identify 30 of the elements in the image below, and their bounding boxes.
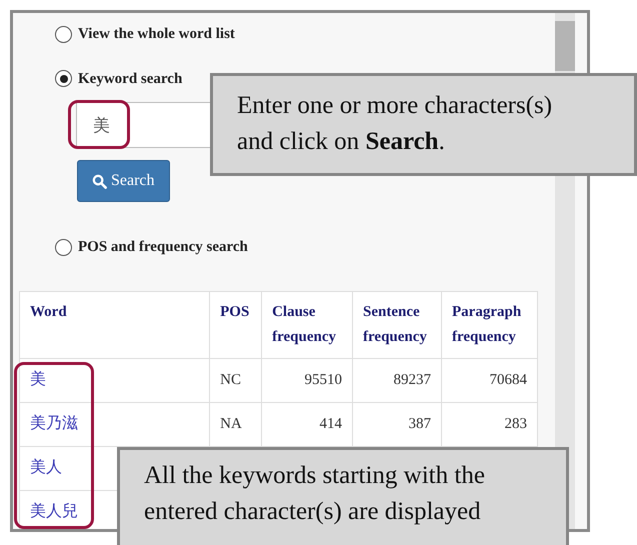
scrollbar-thumb[interactable] bbox=[555, 21, 575, 71]
table-cell: 70684 bbox=[442, 358, 538, 402]
callout-tooltip: All the keywords starting with the entered character(s) are displayed bbox=[117, 447, 569, 545]
column-header: Paragraph frequency bbox=[442, 292, 538, 358]
highlight-frame bbox=[68, 100, 130, 149]
table-cell: 89237 bbox=[352, 358, 442, 402]
table-cell: 414 bbox=[262, 402, 353, 446]
column-header: Word bbox=[20, 292, 210, 358]
table-cell: 283 bbox=[442, 402, 538, 446]
callout-tooltip: Enter one or more characters(s) and click on Search. bbox=[210, 73, 637, 176]
column-header: POS bbox=[210, 292, 262, 358]
option-label[interactable]: View the whole word list bbox=[78, 23, 235, 46]
word-link[interactable]: 美人 bbox=[30, 459, 62, 476]
search-button[interactable]: Search bbox=[77, 160, 170, 202]
word-link[interactable]: 美人兒 bbox=[30, 503, 78, 520]
radio-button[interactable] bbox=[55, 70, 72, 88]
table-cell: NA bbox=[210, 402, 262, 446]
table-cell: 387 bbox=[352, 402, 442, 446]
option-label[interactable]: POS and frequency search bbox=[78, 236, 248, 258]
column-header: Sentence frequency bbox=[352, 292, 442, 358]
word-link[interactable]: 美 bbox=[30, 371, 46, 388]
radio-button[interactable] bbox=[55, 26, 72, 43]
radio-button[interactable] bbox=[55, 238, 72, 256]
table-cell: 95510 bbox=[262, 358, 353, 402]
table-cell: NC bbox=[210, 358, 262, 402]
column-header: Clause frequency bbox=[262, 292, 353, 358]
word-link[interactable]: 美乃滋 bbox=[30, 415, 78, 432]
search-icon bbox=[92, 174, 107, 188]
option-label[interactable]: Keyword search bbox=[78, 68, 182, 90]
keyword-field[interactable]: 美 bbox=[76, 102, 213, 148]
